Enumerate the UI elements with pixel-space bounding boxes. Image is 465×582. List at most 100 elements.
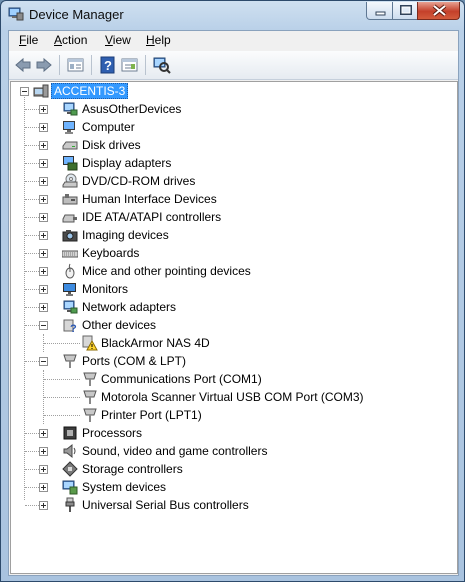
window-title: Device Manager [29,7,124,22]
monitor-icon [63,283,76,296]
keyboard-icon [62,250,78,258]
camera-icon [62,230,78,242]
tree-category-row[interactable]: AsusOtherDevices [11,100,457,118]
tree-device-row[interactable]: Motorola Scanner Virtual USB COM Port (C… [11,388,457,406]
minimize-button[interactable] [366,2,393,20]
menu-help[interactable]: Help [143,33,174,47]
expand-toggle[interactable] [39,249,48,258]
tree-category-row[interactable]: ? Other devices [11,316,457,334]
menu-view[interactable]: View [102,33,134,47]
forward-button[interactable] [34,55,54,75]
collapse-toggle[interactable] [39,321,48,330]
tree-device-row[interactable]: Communications Port (COM1) [11,370,457,388]
tree-category-row[interactable]: System devices [11,478,457,496]
category-label: IDE ATA/ATAPI controllers [82,210,222,224]
client-area: File Action View Help ? ACCENTIS-3 AsusO… [8,30,459,576]
category-label: Imaging devices [82,228,169,242]
category-label: Computer [82,120,135,134]
tree-category-row[interactable]: Display adapters [11,154,457,172]
tree-line [44,415,80,416]
speaker-icon [63,443,76,459]
tree-category-row[interactable]: IDE ATA/ATAPI controllers [11,208,457,226]
category-label: Processors [82,426,143,440]
category-label: Monitors [82,282,129,296]
expand-toggle[interactable] [39,303,48,312]
tree-category-row[interactable]: DVD/CD-ROM drives [11,172,457,190]
back-button[interactable] [13,55,33,75]
tree-category-row[interactable]: Keyboards [11,244,457,262]
menu-action[interactable]: Action [51,33,90,47]
display-adapter-icon [63,156,78,171]
menu-file[interactable]: File [16,33,41,47]
tree-category-row[interactable]: Disk drives [11,136,457,154]
help-icon: ? [100,56,115,74]
toolbar-separator [145,55,146,75]
tree-category-row[interactable]: Ports (COM & LPT) [11,352,457,370]
disk-drive-icon [62,141,78,150]
maximize-button[interactable] [392,2,418,20]
toolbar-separator [59,55,60,75]
category-label: Keyboards [82,246,140,260]
device-label: Communications Port (COM1) [101,372,262,386]
expand-toggle[interactable] [39,285,48,294]
expand-toggle[interactable] [39,195,48,204]
expand-toggle[interactable] [39,447,48,456]
hid-icon [62,194,78,205]
expand-toggle[interactable] [39,213,48,222]
expand-toggle[interactable] [39,501,48,510]
category-label: DVD/CD-ROM drives [82,174,196,188]
expand-toggle[interactable] [39,267,48,276]
expand-toggle[interactable] [39,483,48,492]
console-tree-icon [67,58,84,72]
category-label: Network adapters [82,300,177,314]
computer-icon [33,84,49,98]
show-hide-console-tree-button[interactable] [66,55,86,75]
category-label: Storage controllers [82,462,183,476]
tree-device-row[interactable]: BlackArmor NAS 4D [11,334,457,352]
category-label: Universal Serial Bus controllers [82,498,249,512]
expand-toggle[interactable] [39,159,48,168]
expand-toggle[interactable] [39,123,48,132]
help-button[interactable]: ? [98,55,118,75]
unknown-device-icon: ? [63,319,77,333]
collapse-toggle[interactable] [39,357,48,366]
dvd-drive-icon [62,173,78,188]
tree-category-row[interactable]: Human Interface Devices [11,190,457,208]
device-tree[interactable]: ACCENTIS-3 AsusOtherDevices Computer Dis… [10,81,458,574]
tree-category-row[interactable]: Computer [11,118,457,136]
computer-name[interactable]: ACCENTIS-3 [51,83,129,99]
tree-category-row[interactable]: Mice and other pointing devices [11,262,457,280]
tree-category-row[interactable]: Monitors [11,280,457,298]
category-label: Other devices [82,318,157,332]
category-label: Ports (COM & LPT) [82,354,187,368]
device-label: BlackArmor NAS 4D [101,336,210,350]
expand-toggle[interactable] [39,231,48,240]
category-label: AsusOtherDevices [82,102,182,116]
close-button[interactable] [417,2,460,20]
expand-toggle[interactable] [39,429,48,438]
collapse-toggle[interactable] [20,87,29,96]
expand-toggle[interactable] [39,177,48,186]
category-label: Sound, video and game controllers [82,444,268,458]
tree-category-row[interactable]: Sound, video and game controllers [11,442,457,460]
properties-button[interactable] [120,55,140,75]
tree-category-row[interactable]: Network adapters [11,298,457,316]
tree-device-row[interactable]: Printer Port (LPT1) [11,406,457,424]
device-manager-window: Device Manager File Action View Help ? A… [0,0,465,582]
title-bar[interactable]: Device Manager [1,1,464,29]
maximize-icon [400,5,412,15]
scan-hardware-changes-button[interactable] [152,55,172,75]
tree-category-row[interactable]: Storage controllers [11,460,457,478]
tree-root-row[interactable]: ACCENTIS-3 [11,82,457,100]
tree-category-row[interactable]: Universal Serial Bus controllers [11,496,457,514]
minimize-icon [375,11,386,16]
tree-category-row[interactable]: Processors [11,424,457,442]
expand-toggle[interactable] [39,141,48,150]
category-label: System devices [82,480,167,494]
expand-toggle[interactable] [39,105,48,114]
network-icon [63,102,78,116]
port-icon [83,390,97,404]
category-label: Human Interface Devices [82,192,217,206]
tree-category-row[interactable]: Imaging devices [11,226,457,244]
expand-toggle[interactable] [39,465,48,474]
